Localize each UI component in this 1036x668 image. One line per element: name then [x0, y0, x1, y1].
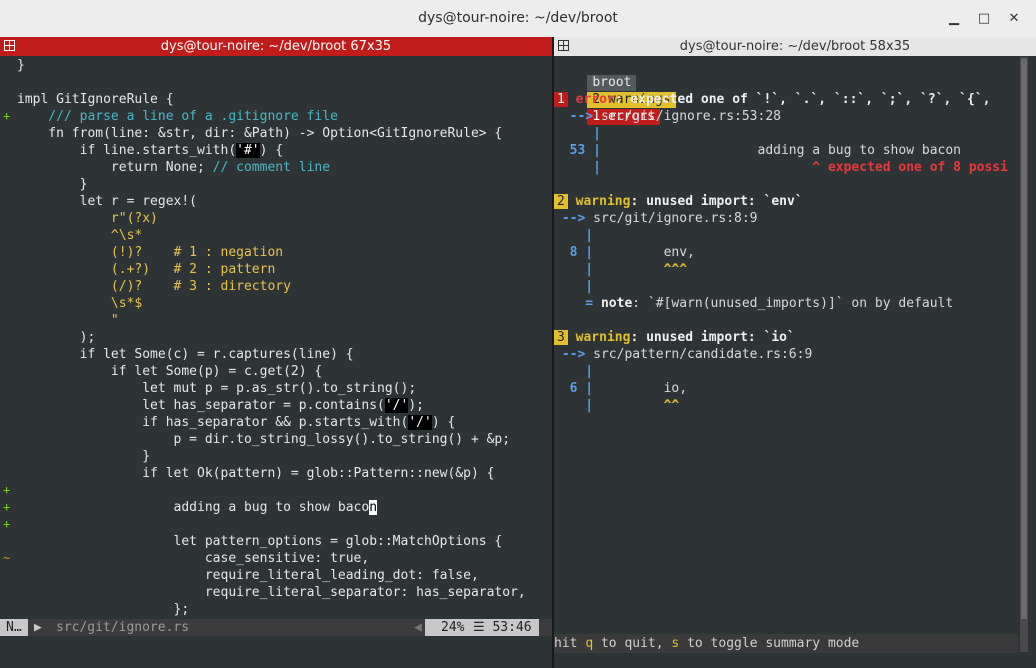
code-text: if let Some(c) = r.captures(line) { — [17, 347, 354, 362]
separator-icon: ▶ — [34, 620, 42, 635]
code-text: (/)? # 3 : directory — [17, 279, 291, 294]
code-text: /// parse a line of a .gitignore file — [17, 109, 338, 124]
warning-2-code: 8 | env, — [554, 245, 695, 260]
git-change-marker: ~ — [3, 551, 11, 565]
code-text: r"(?x) — [17, 211, 158, 226]
warning-2-location: --> src/git/ignore.rs:8:9 — [554, 211, 758, 226]
scrollbar-thumb[interactable] — [1021, 59, 1027, 619]
code-text: let r = regex!( — [17, 194, 198, 209]
line-col: ☰ 53:46 — [473, 620, 532, 635]
file-percent: 24% — [441, 620, 465, 635]
warning-2-gutter-end: | — [554, 279, 594, 294]
warning-2-gutter: | — [554, 228, 594, 243]
right-pane-title: dys@tour-noire: ~/dev/broot 58x35 — [554, 37, 1036, 56]
code-text: } — [17, 58, 25, 73]
bacon-header: broot 2 warnings 1 errors — [556, 57, 676, 125]
separator-icon: ◀ — [414, 620, 422, 635]
code-text: if has_separator && p.starts_with('/') { — [17, 415, 456, 430]
close-icon[interactable]: ✕ — [1004, 9, 1024, 29]
maximize-icon[interactable]: □ — [974, 9, 994, 29]
code-text: if let Some(p) = c.get(2) { — [17, 364, 323, 379]
help-text: to toggle summary mode — [679, 636, 860, 651]
git-change-marker: + — [3, 483, 11, 497]
error-1-location: --> src/git/ignore.rs:53:28 — [554, 109, 781, 124]
window-title: dys@tour-noire: ~/dev/broot — [418, 10, 618, 26]
quit-key: q — [585, 636, 594, 651]
code-text: } — [17, 449, 151, 464]
code-text: (!)? # 1 : negation — [17, 245, 284, 260]
warning-2-marker: | ^^^ — [554, 262, 688, 277]
right-terminal-pane[interactable]: dys@tour-noire: ~/dev/broot 58x35 broot … — [554, 37, 1036, 668]
help-text: to quit, — [593, 636, 672, 651]
code-text: let has_separator = p.contains('/'); — [17, 398, 424, 413]
code-editor[interactable]: } impl GitIgnoreRule { + /// parse a line … — [0, 57, 552, 637]
code-text: " — [17, 313, 119, 328]
code-text: impl GitIgnoreRule { — [17, 92, 174, 107]
error-1-code: 53 | adding a bug to show bacon — [554, 143, 961, 158]
code-text: } — [17, 177, 88, 192]
git-change-marker: + — [3, 500, 11, 514]
left-pane-title: dys@tour-noire: ~/dev/broot 67x35 — [0, 37, 552, 56]
git-change-marker: + — [3, 517, 11, 531]
vim-mode: N… — [0, 619, 28, 636]
scrollbar[interactable] — [1020, 57, 1028, 652]
vim-statusline: N… ▶ src/git/ignore.rs ◀ 24% ☰ 53:46 — [0, 619, 552, 636]
code-text: p = dir.to_string_lossy().to_string() + … — [17, 432, 511, 447]
right-pane-title-text: dys@tour-noire: ~/dev/broot 58x35 — [679, 39, 911, 54]
warning-3-code: 6 | io, — [554, 381, 688, 396]
minimize-icon[interactable]: ▁ — [944, 9, 964, 29]
warning-3-heading: 3 warning: unused import: `io` — [554, 329, 795, 346]
split-pane-icon[interactable] — [4, 40, 15, 51]
project-badge: broot — [587, 75, 637, 91]
code-text: let pattern_options = glob::MatchOptions… — [17, 534, 503, 549]
code-text: \s*$ — [17, 296, 143, 311]
error-1-marker: | ^ expected one of 8 possi — [554, 160, 1008, 175]
code-text: let mut p = p.as_str().to_string(); — [17, 381, 417, 396]
warning-2-note: = note: `#[warn(unused_imports)]` on by … — [554, 296, 954, 311]
code-text: case_sensitive: true, — [17, 551, 370, 566]
git-change-marker: + — [3, 109, 11, 123]
warning-3-location: --> src/pattern/candidate.rs:6:9 — [554, 347, 813, 362]
file-path: src/git/ignore.rs — [56, 620, 190, 635]
help-bar: hit q to quit, s to toggle summary mode — [554, 634, 1018, 653]
code-text: if line.starts_with('#') { — [17, 143, 284, 158]
code-text: ); — [17, 330, 96, 345]
split-pane-icon[interactable] — [558, 40, 569, 51]
left-terminal-pane[interactable]: dys@tour-noire: ~/dev/broot 67x35 } impl … — [0, 37, 552, 668]
left-pane-title-text: dys@tour-noire: ~/dev/broot 67x35 — [160, 39, 392, 54]
code-text: fn from(line: &str, dir: &Path) -> Optio… — [17, 126, 503, 141]
cursor-position: 24% ☰ 53:46 — [425, 619, 539, 636]
help-text: hit — [554, 636, 586, 651]
code-text: }; — [17, 602, 190, 617]
code-text: adding a bug to show bacon — [17, 500, 378, 515]
error-1-gutter: | — [554, 126, 601, 141]
warning-3-gutter: | — [554, 364, 594, 379]
warning-3-marker: | ^^ — [554, 398, 680, 413]
code-text: require_literal_leading_dot: false, — [17, 568, 479, 583]
code-text: if let Ok(pattern) = glob::Pattern::new(… — [17, 466, 495, 481]
code-text: ^\s* — [17, 228, 143, 243]
code-text: (.+?) # 2 : pattern — [17, 262, 276, 277]
code-text: require_literal_separator: has_separator… — [17, 585, 526, 600]
window-titlebar: dys@tour-noire: ~/dev/broot ▁ □ ✕ — [0, 0, 1036, 38]
warning-2-heading: 2 warning: unused import: `env` — [554, 193, 803, 210]
error-1-heading: 1 error: expected one of `!`, `.`, `::`,… — [554, 91, 990, 108]
code-text: return None; // comment line — [17, 160, 331, 175]
